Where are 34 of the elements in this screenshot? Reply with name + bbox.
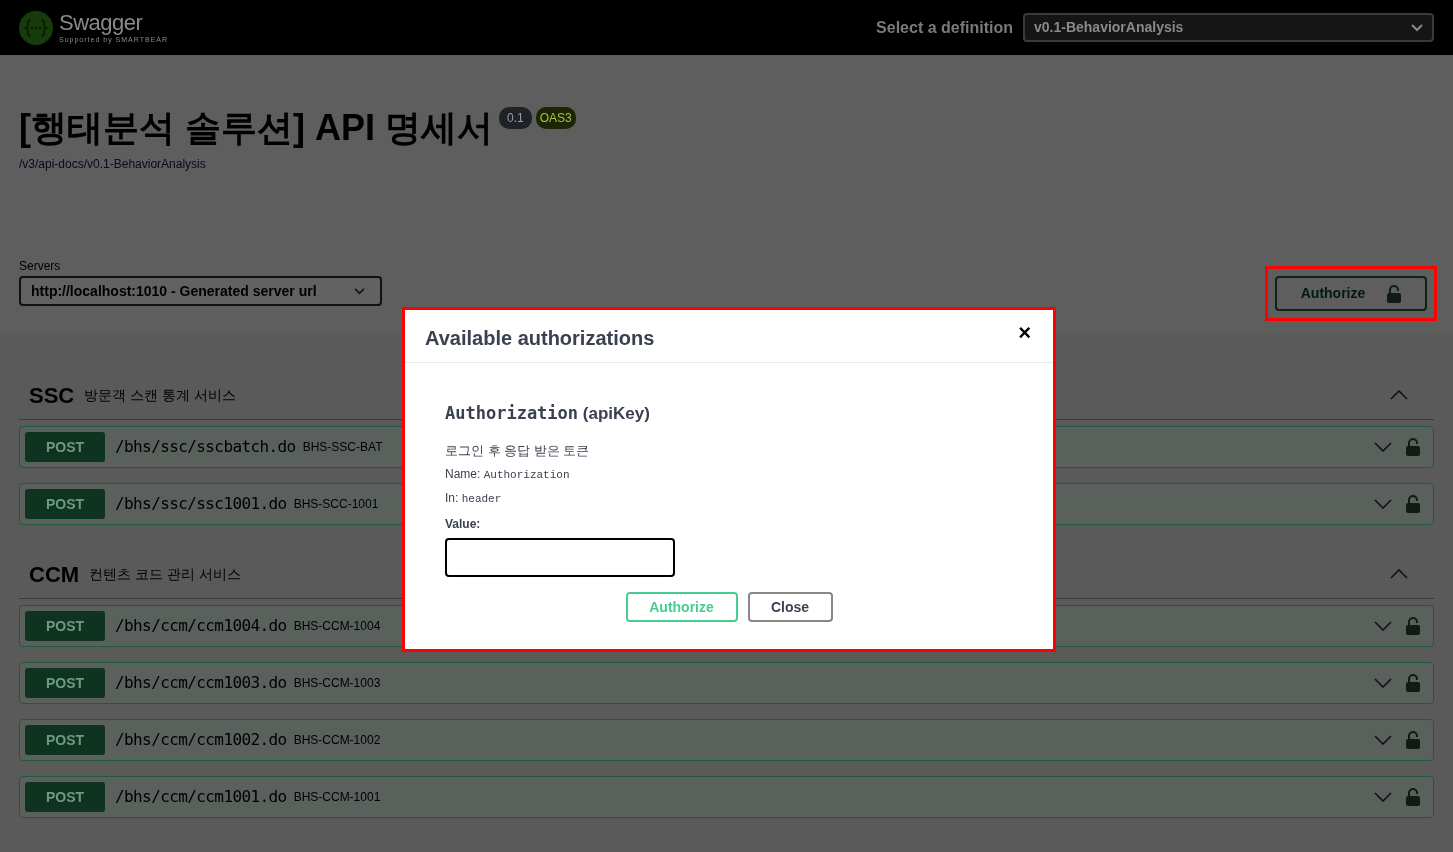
spec-badge: OAS3 [535,107,576,129]
operation-summary: BHS-SSC-BAT [302,439,383,456]
dialog-title: Available authorizations [425,326,656,351]
section-title: SSC [29,381,75,410]
name-line: Name: Authorization [445,466,571,483]
operation-path: /bhs/ccm/ccm1002.do [115,729,287,751]
operation-path: /bhs/ssc/sscbatch.do [115,436,296,458]
method-badge: POST [25,489,105,519]
scheme-description: 로그인 후 응답 받은 토큰 [445,441,591,460]
operation-path: /bhs/ccm/ccm1001.do [115,786,287,808]
definition-label: Select a definition [876,17,1013,38]
operation-summary: BHS-CCM-1003 [293,675,381,692]
method-badge: POST [25,782,105,812]
operation-summary: BHS-CCM-1004 [293,618,381,635]
servers-label: Servers [19,258,62,275]
in-line: In: header [445,489,503,507]
version-badge: 0.1 [499,107,532,129]
operation-summary: BHS-CCM-1001 [293,789,381,806]
value-label: Value: [445,516,482,533]
scheme-title: Authorization (apiKey) [445,402,651,425]
section-description: 컨텐츠 코드 관리 서비스 [89,564,241,584]
operation-summary: BHS-CCM-1002 [293,732,381,749]
operation-summary: BHS-SCC-1001 [293,496,379,513]
section-description: 방문객 스캔 통계 서비스 [84,385,236,405]
operation-path: /bhs/ccm/ccm1003.do [115,672,287,694]
method-badge: POST [25,611,105,641]
section-title: CCM [29,560,80,589]
method-badge: POST [25,725,105,755]
operation-path: /bhs/ccm/ccm1004.do [115,615,287,637]
logo-text: Swagger [59,12,144,34]
method-badge: POST [25,668,105,698]
method-badge: POST [25,432,105,462]
api-title: [행태분석 솔루션] API 명세서 [19,106,493,150]
operation-path: /bhs/ssc/ssc1001.do [115,493,287,515]
